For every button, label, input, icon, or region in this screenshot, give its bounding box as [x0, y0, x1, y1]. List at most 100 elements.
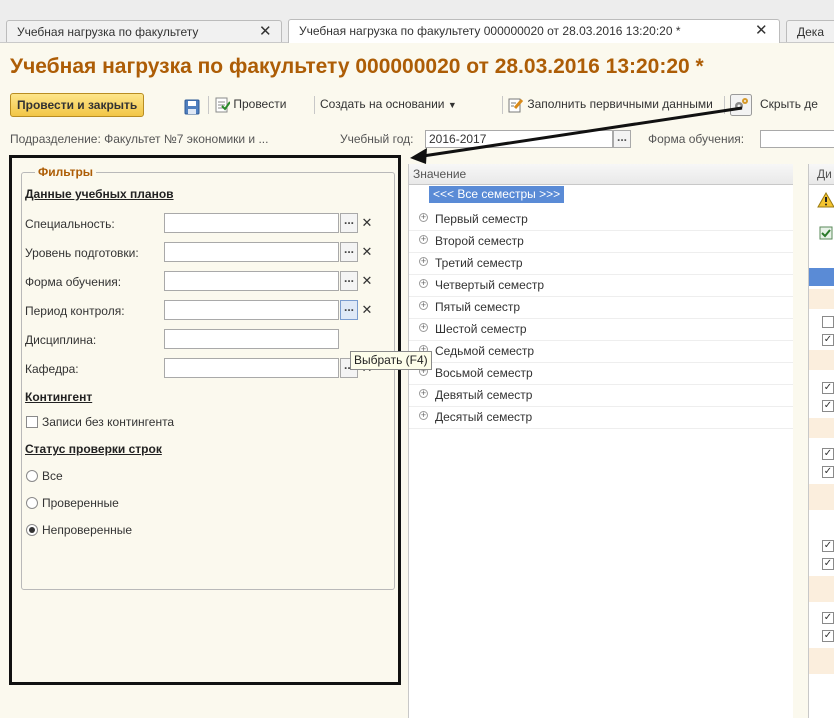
select-tooltip: Выбрать (F4): [350, 351, 432, 370]
group-row-band: [809, 418, 834, 438]
all-semesters-row[interactable]: <<< Все семестры >>>: [429, 186, 565, 203]
row-checkbox[interactable]: ✓: [822, 382, 834, 394]
tree-row-label: Шестой семестр: [435, 322, 527, 336]
tree-row[interactable]: + Первый семестр: [409, 208, 793, 231]
row-checkbox[interactable]: ✓: [822, 630, 834, 642]
tree-row[interactable]: + Шестой семестр: [409, 318, 793, 341]
expand-icon[interactable]: +: [419, 257, 428, 266]
specialty-input[interactable]: [164, 213, 339, 233]
form-of-study-field[interactable]: [760, 130, 834, 148]
discipline-input[interactable]: [164, 329, 339, 349]
tab-label: Дека: [797, 25, 824, 39]
year-field[interactable]: 2016-2017: [425, 130, 613, 148]
save-button[interactable]: [184, 92, 202, 116]
expand-icon[interactable]: +: [419, 389, 428, 398]
tree-row[interactable]: + Второй семестр: [409, 230, 793, 253]
subdivision-label: Подразделение:: [10, 132, 101, 146]
tree-row[interactable]: + Четвертый семестр: [409, 274, 793, 297]
tree-row[interactable]: + Седьмой семестр: [409, 340, 793, 363]
row-checkbox[interactable]: ✓: [822, 334, 834, 346]
tree-row-label: Второй семестр: [435, 234, 524, 248]
settings-button[interactable]: [730, 92, 754, 117]
row-checkbox[interactable]: ✓: [822, 400, 834, 412]
group-row-band: [809, 484, 834, 510]
expand-icon[interactable]: +: [419, 301, 428, 310]
fill-primary-data-button[interactable]: Заполнить первичными данными: [508, 92, 713, 116]
level-clear-icon[interactable]: ✕: [359, 242, 375, 262]
check-list-icon: [819, 226, 833, 240]
post-button[interactable]: Провести: [214, 92, 286, 116]
study-form-select-button[interactable]: ...: [340, 271, 358, 291]
status-all-radio[interactable]: [26, 470, 38, 482]
tree-row[interactable]: + Третий семестр: [409, 252, 793, 275]
discipline-label: Дисциплина:: [25, 333, 97, 347]
filters-panel: Фильтры Данные учебных планов Специально…: [9, 155, 401, 685]
expand-icon[interactable]: +: [419, 235, 428, 244]
study-form-input[interactable]: [164, 271, 339, 291]
control-period-input[interactable]: [164, 300, 339, 320]
save-icon: [184, 99, 200, 115]
tree-row[interactable]: + Восьмой семестр: [409, 362, 793, 385]
hide-button[interactable]: Скрыть де: [760, 92, 818, 116]
disciplines-column-header[interactable]: Ди: [809, 164, 834, 185]
fill-icon: [508, 98, 524, 113]
expand-icon[interactable]: +: [419, 411, 428, 420]
expand-icon[interactable]: +: [419, 213, 428, 222]
toolbar-divider: [502, 96, 503, 114]
tree-row-label: Седьмой семестр: [435, 344, 535, 358]
tree-row-label: Четвертый семестр: [435, 278, 545, 292]
tree-row[interactable]: + Пятый семестр: [409, 296, 793, 319]
subdivision-value[interactable]: Факультет №7 экономики и ...: [104, 132, 268, 146]
tree-row-label: Девятый семестр: [435, 388, 533, 402]
row-checkbox[interactable]: ✓: [822, 558, 834, 570]
no-contingent-label: Записи без контингента: [42, 415, 175, 429]
tab-dean[interactable]: Дека: [786, 20, 834, 42]
status-unchecked-label: Непроверенные: [42, 523, 132, 537]
plans-section-title: Данные учебных планов: [25, 187, 174, 201]
row-checkbox[interactable]: ✓: [822, 540, 834, 552]
selected-row-band: [809, 268, 834, 286]
tab-label: Учебная нагрузка по факультету: [17, 25, 199, 39]
post-and-close-button[interactable]: Провести и закрыть: [10, 93, 145, 117]
department-input[interactable]: [164, 358, 339, 378]
disciplines-panel: Ди ✓ ✓ ✓ ✓ ✓ ✓ ✓ ✓ ✓: [808, 164, 834, 718]
level-select-button[interactable]: ...: [340, 242, 358, 262]
tree-row[interactable]: + Десятый семестр: [409, 406, 793, 429]
status-unchecked-radio[interactable]: [26, 524, 38, 536]
expand-icon[interactable]: +: [419, 323, 428, 332]
study-form-clear-icon[interactable]: ✕: [359, 271, 375, 291]
tab-close-icon[interactable]: ✕: [259, 22, 272, 40]
specialty-clear-icon[interactable]: ✕: [359, 213, 375, 233]
status-checked-label: Проверенные: [42, 496, 119, 510]
specialty-select-button[interactable]: ...: [340, 213, 358, 233]
filters-title: Фильтры: [35, 165, 97, 179]
no-contingent-checkbox[interactable]: [26, 416, 38, 428]
post-icon: [215, 97, 230, 113]
year-label: Учебный год:: [340, 132, 414, 146]
row-checkbox[interactable]: ✓: [822, 466, 834, 478]
tree-row[interactable]: + Девятый семестр: [409, 384, 793, 407]
expand-icon[interactable]: +: [419, 279, 428, 288]
control-period-label: Период контроля:: [25, 304, 125, 318]
post-button-label: Провести: [233, 97, 287, 111]
group-row-band: [809, 350, 834, 370]
level-input[interactable]: [164, 242, 339, 262]
control-period-select-button[interactable]: ...: [340, 300, 358, 320]
tree-column-header[interactable]: Значение: [409, 164, 793, 185]
tab-faculty-load-document[interactable]: Учебная нагрузка по факультету 000000020…: [288, 19, 780, 43]
status-checked-radio[interactable]: [26, 497, 38, 509]
create-based-on-button[interactable]: Создать на основании ▼: [320, 92, 457, 116]
tab-close-icon[interactable]: ✕: [755, 21, 768, 39]
tree-row-label: Третий семестр: [435, 256, 523, 270]
tab-faculty-load[interactable]: Учебная нагрузка по факультету ✕: [6, 20, 282, 42]
warning-icon: [817, 192, 834, 208]
page-title: Учебная нагрузка по факультету 000000020…: [10, 55, 704, 78]
toolbar-divider: [724, 96, 725, 114]
year-select-button[interactable]: ...: [613, 130, 631, 148]
row-checkbox[interactable]: [822, 316, 834, 328]
row-checkbox[interactable]: ✓: [822, 448, 834, 460]
row-checkbox[interactable]: ✓: [822, 612, 834, 624]
control-period-clear-icon[interactable]: ✕: [359, 300, 375, 320]
level-label: Уровень подготовки:: [25, 246, 139, 260]
specialty-label: Специальность:: [25, 217, 115, 231]
